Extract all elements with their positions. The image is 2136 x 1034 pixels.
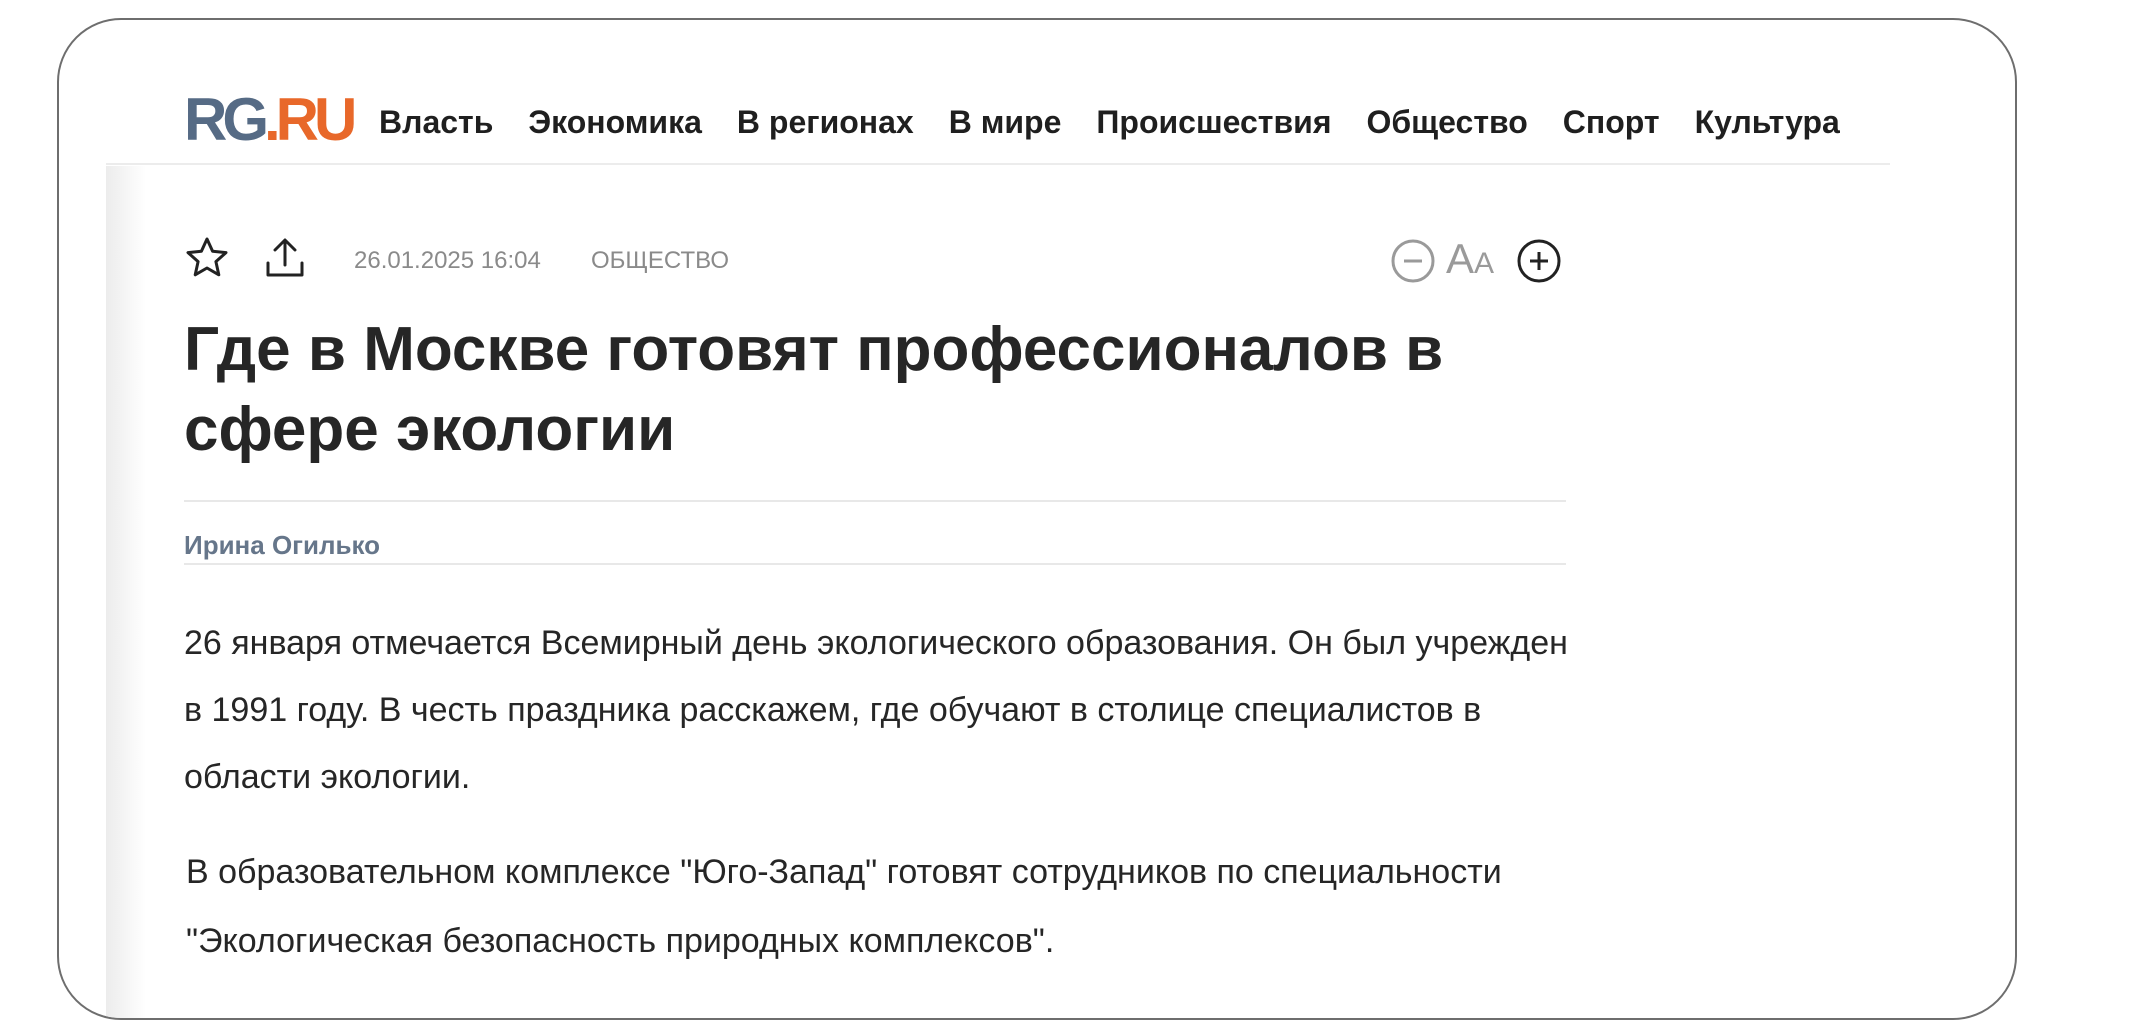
- article-date: 26.01.2025 16:04: [354, 247, 541, 274]
- nav-item-vlast[interactable]: Власть: [379, 102, 493, 142]
- font-decrease-icon[interactable]: [1390, 238, 1436, 284]
- author-top-divider: [184, 500, 1566, 502]
- site-header: RG.RU Власть Экономика В регионах В мире…: [59, 20, 2015, 166]
- nav-item-society[interactable]: Общество: [1366, 102, 1527, 142]
- share-icon[interactable]: [262, 235, 308, 281]
- font-size-label: АА: [1446, 236, 1494, 287]
- logo-ru: .RU: [264, 86, 357, 153]
- logo-rg: RG: [184, 86, 269, 153]
- nav-item-regions[interactable]: В регионах: [737, 102, 914, 142]
- nav-item-economy[interactable]: Экономика: [528, 102, 702, 142]
- author-bottom-divider: [184, 563, 1566, 565]
- font-increase-icon[interactable]: [1516, 238, 1562, 284]
- article-author[interactable]: Ирина Огилько: [184, 530, 380, 561]
- article-lead: 26 января отмечается Всемирный день экол…: [184, 624, 1568, 796]
- star-icon[interactable]: [184, 235, 230, 281]
- nav-item-culture[interactable]: Культура: [1695, 102, 1840, 142]
- browser-frame: RG.RU Власть Экономика В регионах В мире…: [57, 18, 2017, 1020]
- site-logo[interactable]: RG.RU: [184, 90, 357, 150]
- font-label-big: А: [1446, 235, 1475, 282]
- nav-item-incidents[interactable]: Происшествия: [1096, 102, 1331, 142]
- nav-item-sport[interactable]: Спорт: [1563, 102, 1660, 142]
- font-label-small: А: [1474, 247, 1495, 280]
- article-meta: 26.01.2025 16:04 ОБЩЕСТВО АА: [184, 235, 1566, 285]
- article-rubric[interactable]: ОБЩЕСТВО: [591, 247, 729, 275]
- article-title: Где в Москве готовят профессионалов в сф…: [184, 315, 1444, 464]
- content-panel-edge: [106, 166, 146, 1018]
- header-divider: [106, 163, 1890, 165]
- article-paragraph: В образовательном комплексе "Юго-Запад" …: [186, 853, 1502, 960]
- font-size-control: АА: [1390, 236, 1566, 284]
- main-nav: Власть Экономика В регионах В мире Проис…: [379, 102, 1875, 142]
- nav-item-world[interactable]: В мире: [949, 102, 1062, 142]
